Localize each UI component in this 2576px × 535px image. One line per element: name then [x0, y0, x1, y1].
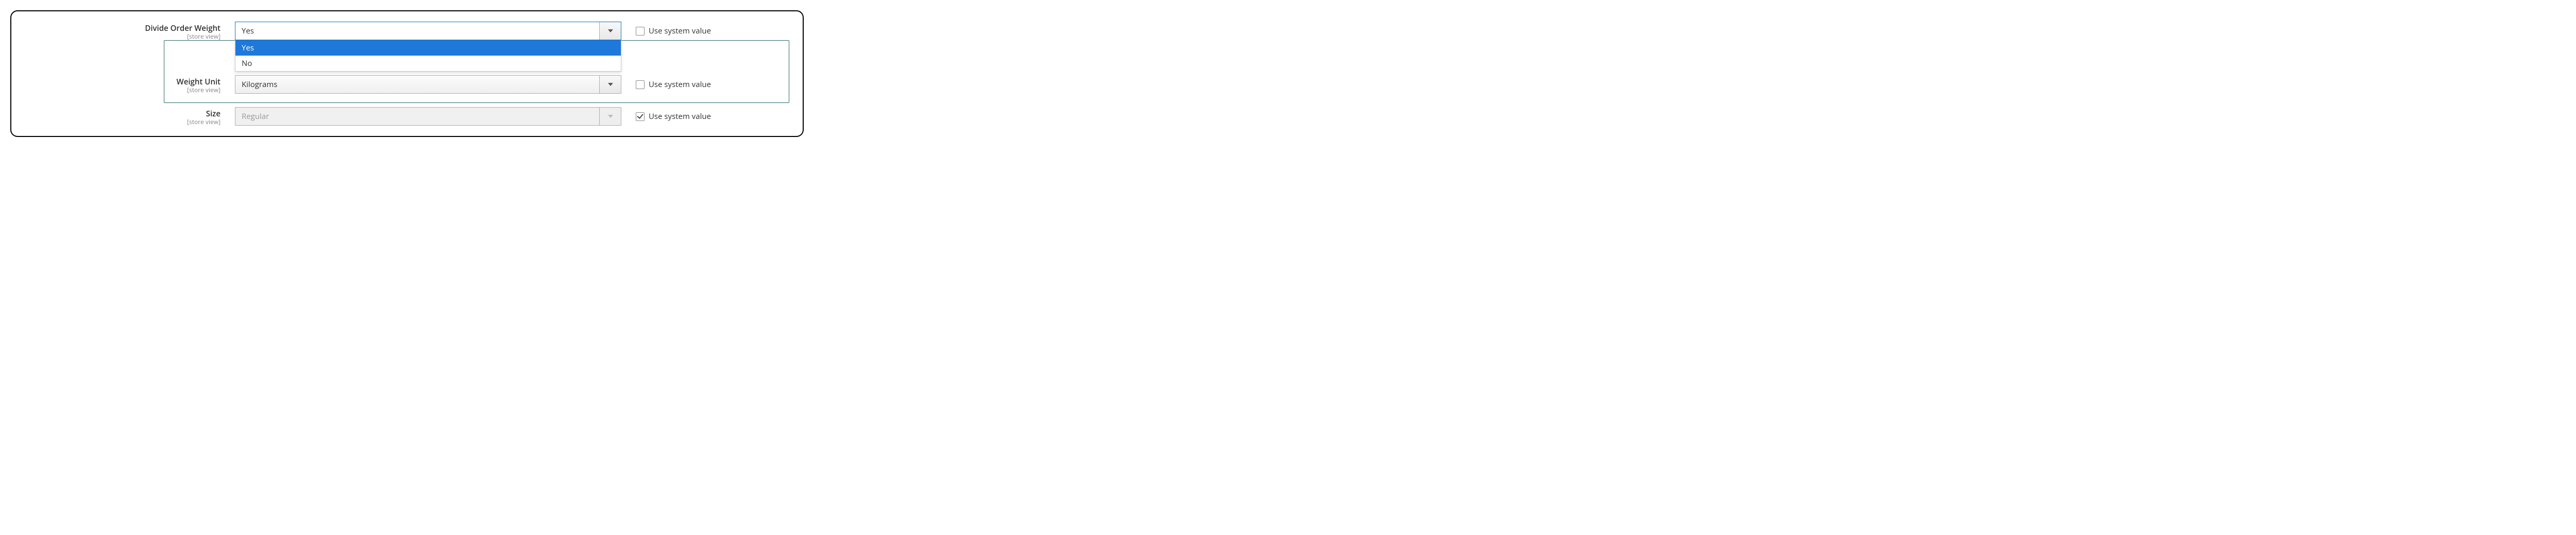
label-col: Weight Unit [store view]: [19, 75, 235, 93]
input-col: Yes Yes No: [235, 22, 621, 40]
select-toggle-button[interactable]: [599, 22, 621, 40]
input-col: Regular: [235, 107, 621, 126]
select-value: Regular: [235, 108, 599, 125]
field-scope: [store view]: [19, 118, 221, 125]
use-system-checkbox[interactable]: [636, 80, 645, 89]
option-yes[interactable]: Yes: [235, 40, 621, 56]
select-toggle-button[interactable]: [599, 76, 621, 93]
use-system-checkbox[interactable]: [636, 112, 645, 121]
divide-order-weight-options: Yes No: [235, 40, 621, 72]
row-size: Size [store view] Regular Use system val…: [19, 104, 795, 129]
label-col: Divide Order Weight [store view]: [19, 22, 235, 40]
select-value: Kilograms: [235, 76, 599, 93]
size-select: Regular: [235, 107, 621, 126]
use-system-label: Use system value: [649, 111, 711, 122]
chevron-down-icon: [608, 29, 613, 32]
use-system-col: Use system value: [621, 107, 755, 126]
row-weight-unit: Weight Unit [store view] Kilograms Use s…: [19, 72, 795, 97]
use-system-label: Use system value: [649, 26, 711, 36]
chevron-down-icon: [608, 83, 613, 86]
label-col: Size [store view]: [19, 107, 235, 125]
option-no[interactable]: No: [235, 56, 621, 71]
settings-panel: Divide Order Weight [store view] Yes Yes…: [10, 10, 804, 137]
field-scope: [store view]: [19, 33, 221, 40]
select-value: Yes: [235, 22, 599, 40]
use-system-label: Use system value: [649, 79, 711, 90]
divide-order-weight-select[interactable]: Yes: [235, 22, 621, 40]
chevron-down-icon: [608, 115, 613, 118]
use-system-col: Use system value: [621, 22, 755, 40]
use-system-checkbox[interactable]: [636, 27, 645, 36]
select-toggle-button: [599, 108, 621, 125]
use-system-col: Use system value: [621, 75, 755, 94]
weight-unit-select[interactable]: Kilograms: [235, 75, 621, 94]
input-col: Kilograms: [235, 75, 621, 94]
field-scope: [store view]: [19, 87, 221, 93]
row-divide-order-weight: Divide Order Weight [store view] Yes Yes…: [19, 19, 795, 43]
